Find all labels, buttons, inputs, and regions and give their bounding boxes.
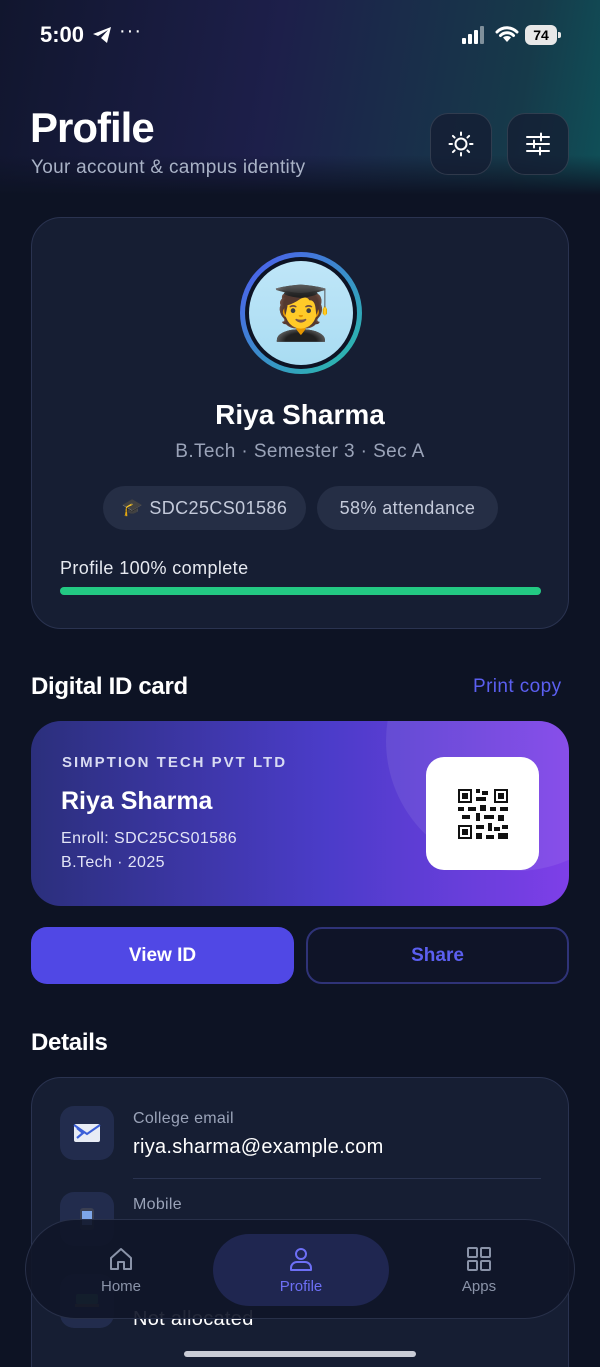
id-name: Riya Sharma: [61, 787, 213, 815]
detail-label: Mobile: [133, 1196, 182, 1213]
avatar-ring: 🧑‍🎓: [240, 252, 362, 374]
nav-home[interactable]: Home: [61, 1220, 181, 1320]
wifi-icon: [495, 26, 519, 42]
share-button[interactable]: Share: [306, 927, 569, 984]
avatar[interactable]: 🧑‍🎓: [249, 261, 353, 365]
id-company: SIMPTION TECH PVT LTD: [62, 754, 288, 771]
detail-label: College email: [133, 1110, 234, 1127]
home-icon: [110, 1247, 132, 1270]
cellular-signal-icon: [462, 26, 484, 44]
status-bar: 5:00 ··· 74: [0, 0, 600, 72]
enrollment-number: SDC25CS01586: [149, 497, 288, 518]
graduation-cap-icon: 🎓: [121, 498, 144, 517]
profile-name: Riya Sharma: [215, 399, 385, 430]
digital-id-heading: Digital ID card: [31, 673, 188, 700]
view-id-button[interactable]: View ID: [31, 927, 294, 984]
bottom-navigation: Home Profile Apps: [25, 1219, 575, 1319]
qr-code-icon: [457, 788, 508, 839]
profile-program: B.Tech · Semester 3 · Sec A: [175, 441, 425, 462]
enrollment-chip: 🎓 SDC25CS01586: [103, 486, 306, 530]
nav-home-label: Home: [100, 1277, 141, 1295]
nav-apps-label: Apps: [461, 1277, 497, 1295]
qr-code[interactable]: [426, 757, 539, 870]
profile-progress-label: Profile 100% complete: [60, 558, 249, 578]
home-indicator[interactable]: [184, 1351, 416, 1357]
page-subtitle: Your account & campus identity: [31, 157, 306, 178]
student-avatar-icon: 🧑‍🎓: [268, 284, 334, 343]
nav-apps[interactable]: Apps: [419, 1220, 539, 1320]
sun-icon: [448, 131, 474, 157]
battery-indicator: 74: [525, 25, 561, 45]
profile-card: 🧑‍🎓 Riya Sharma B.Tech · Semester 3 · Se…: [31, 217, 569, 629]
sliders-icon: [526, 132, 550, 156]
page-title: Profile: [30, 104, 155, 151]
more-notifications-icon: ···: [119, 20, 142, 42]
divider: [133, 1178, 541, 1179]
nav-profile[interactable]: Profile: [213, 1234, 389, 1306]
nav-profile-label: Profile: [279, 1277, 323, 1295]
apps-grid-icon: [467, 1246, 491, 1271]
id-enrollment: Enroll: SDC25CS01586: [61, 830, 238, 847]
settings-button[interactable]: [507, 113, 569, 175]
theme-toggle-button[interactable]: [430, 113, 492, 175]
print-copy-link[interactable]: Print copy: [473, 676, 561, 698]
details-heading: Details: [31, 1029, 108, 1056]
profile-icon: [290, 1247, 312, 1271]
status-time: 5:00: [40, 22, 85, 47]
digital-id-card[interactable]: SIMPTION TECH PVT LTD Riya Sharma Enroll…: [31, 721, 569, 906]
attendance-chip: 58% attendance: [317, 486, 498, 530]
email-icon: [60, 1106, 114, 1160]
profile-progress-bar: [60, 587, 541, 595]
profile-progress-fill: [60, 587, 541, 595]
id-program: B.Tech · 2025: [61, 854, 165, 871]
telegram-icon: [93, 27, 111, 43]
detail-value[interactable]: riya.sharma@example.com: [133, 1136, 384, 1159]
